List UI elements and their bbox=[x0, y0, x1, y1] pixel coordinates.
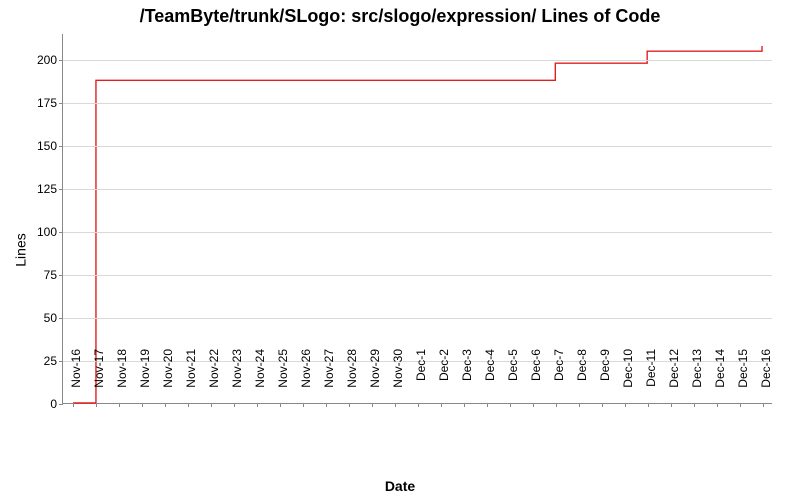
xtick-label: 2-Dec bbox=[437, 349, 451, 409]
xtick-label: 11-Dec bbox=[644, 349, 658, 409]
ytick-label: 150 bbox=[37, 139, 63, 153]
ytick-label: 25 bbox=[44, 354, 63, 368]
xtick-label: 20-Nov bbox=[161, 349, 175, 409]
xtick-label: 18-Nov bbox=[115, 349, 129, 409]
xtick-label: 29-Nov bbox=[368, 349, 382, 409]
xtick-label: 3-Dec bbox=[460, 349, 474, 409]
xtick-label: 24-Nov bbox=[253, 349, 267, 409]
gridline bbox=[63, 232, 772, 233]
xtick-label: 7-Dec bbox=[552, 349, 566, 409]
ytick-label: 0 bbox=[50, 397, 63, 411]
xtick-label: 13-Dec bbox=[690, 349, 704, 409]
xtick-label: 23-Nov bbox=[230, 349, 244, 409]
xtick-label: 17-Nov bbox=[92, 349, 106, 409]
xtick-label: 1-Dec bbox=[414, 349, 428, 409]
gridline bbox=[63, 275, 772, 276]
xtick-label: 15-Dec bbox=[736, 349, 750, 409]
xtick-label: 9-Dec bbox=[598, 349, 612, 409]
xtick-label: 10-Dec bbox=[621, 349, 635, 409]
gridline bbox=[63, 146, 772, 147]
gridline bbox=[63, 103, 772, 104]
loc-chart: /TeamByte/trunk/SLogo: src/slogo/express… bbox=[0, 0, 800, 500]
ytick-label: 100 bbox=[37, 225, 63, 239]
ytick-label: 75 bbox=[44, 268, 63, 282]
y-axis-label: Lines bbox=[13, 233, 29, 266]
ytick-label: 50 bbox=[44, 311, 63, 325]
xtick-label: 16-Dec bbox=[759, 349, 773, 409]
xtick-label: 28-Nov bbox=[345, 349, 359, 409]
gridline bbox=[63, 318, 772, 319]
xtick-label: 19-Nov bbox=[138, 349, 152, 409]
x-axis-label: Date bbox=[0, 478, 800, 494]
ytick-label: 200 bbox=[37, 53, 63, 67]
ytick-label: 125 bbox=[37, 182, 63, 196]
xtick-label: 27-Nov bbox=[322, 349, 336, 409]
data-line bbox=[63, 34, 772, 403]
xtick-label: 30-Nov bbox=[391, 349, 405, 409]
ytick-label: 175 bbox=[37, 96, 63, 110]
xtick-label: 26-Nov bbox=[299, 349, 313, 409]
xtick-label: 22-Nov bbox=[207, 349, 221, 409]
chart-title: /TeamByte/trunk/SLogo: src/slogo/express… bbox=[0, 6, 800, 27]
xtick-label: 6-Dec bbox=[529, 349, 543, 409]
xtick-label: 4-Dec bbox=[483, 349, 497, 409]
xtick-label: 8-Dec bbox=[575, 349, 589, 409]
gridline bbox=[63, 60, 772, 61]
xtick-label: 16-Nov bbox=[69, 349, 83, 409]
gridline bbox=[63, 189, 772, 190]
xtick-label: 25-Nov bbox=[276, 349, 290, 409]
xtick-label: 14-Dec bbox=[713, 349, 727, 409]
xtick-label: 21-Nov bbox=[184, 349, 198, 409]
xtick-label: 5-Dec bbox=[506, 349, 520, 409]
plot-area: 025507510012515017520016-Nov17-Nov18-Nov… bbox=[62, 34, 772, 404]
xtick-label: 12-Dec bbox=[667, 349, 681, 409]
